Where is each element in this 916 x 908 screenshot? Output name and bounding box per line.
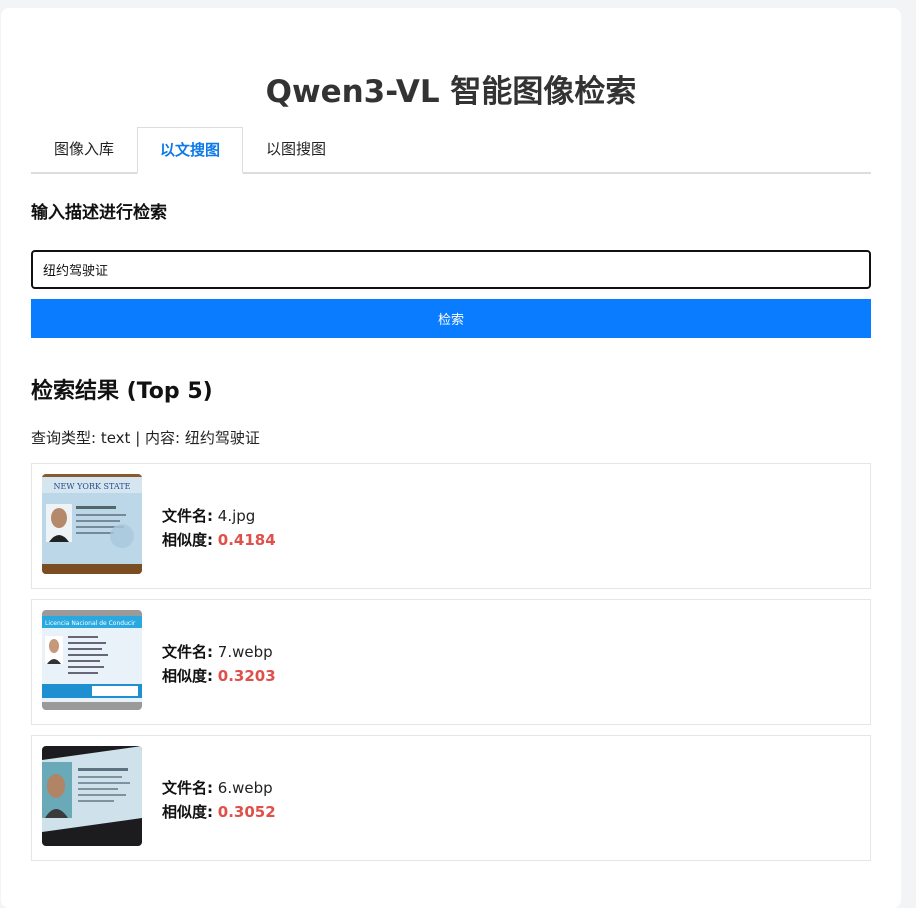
search-input[interactable] (31, 250, 871, 289)
filename-label: 文件名: (162, 507, 213, 525)
result-similarity: 0.3052 (217, 803, 276, 821)
page-title: Qwen3-VL 智能图像检索 (265, 74, 637, 110)
result-thumbnail: Licencia Nacional de Conducir (42, 610, 142, 710)
search-section-label: 输入描述进行检索 (31, 203, 167, 223)
search-button[interactable]: 检索 (31, 299, 871, 338)
result-item: Licencia Nacional de Conducir 文件名: 7.web… (31, 599, 871, 725)
similarity-label: 相似度: (162, 667, 213, 685)
tab-image-ingest[interactable]: 图像入库 (31, 127, 137, 172)
result-meta: 文件名: 4.jpg 相似度: 0.4184 (162, 504, 276, 552)
filename-label: 文件名: (162, 779, 213, 797)
main-card: Qwen3-VL 智能图像检索 图像入库 以文搜图 以图搜图 输入描述进行检索 … (1, 8, 901, 908)
query-info: 查询类型: text | 内容: 纽约驾驶证 (31, 429, 260, 447)
similarity-label: 相似度: (162, 531, 213, 549)
result-similarity: 0.4184 (217, 531, 276, 549)
result-meta: 文件名: 7.webp 相似度: 0.3203 (162, 640, 276, 688)
result-item: 文件名: 6.webp 相似度: 0.3052 (31, 735, 871, 861)
tab-text-search[interactable]: 以文搜图 (137, 127, 243, 174)
filename-label: 文件名: (162, 643, 213, 661)
tab-bar: 图像入库 以文搜图 以图搜图 (31, 127, 871, 174)
result-filename: 6.webp (217, 779, 273, 797)
result-thumbnail (42, 746, 142, 846)
result-filename: 4.jpg (217, 507, 256, 525)
thumb-header-text: NEW YORK STATE (54, 482, 131, 491)
tab-image-search[interactable]: 以图搜图 (243, 127, 349, 172)
thumb-header-text: Licencia Nacional de Conducir (45, 620, 136, 627)
results-title: 检索结果 (Top 5) (31, 379, 213, 404)
result-meta: 文件名: 6.webp 相似度: 0.3052 (162, 776, 276, 824)
result-similarity: 0.3203 (217, 667, 276, 685)
result-item: NEW YORK STATE 文件名: 4.jpg 相似度: 0.4184 (31, 463, 871, 589)
result-filename: 7.webp (217, 643, 273, 661)
result-thumbnail: NEW YORK STATE (42, 474, 142, 574)
similarity-label: 相似度: (162, 803, 213, 821)
